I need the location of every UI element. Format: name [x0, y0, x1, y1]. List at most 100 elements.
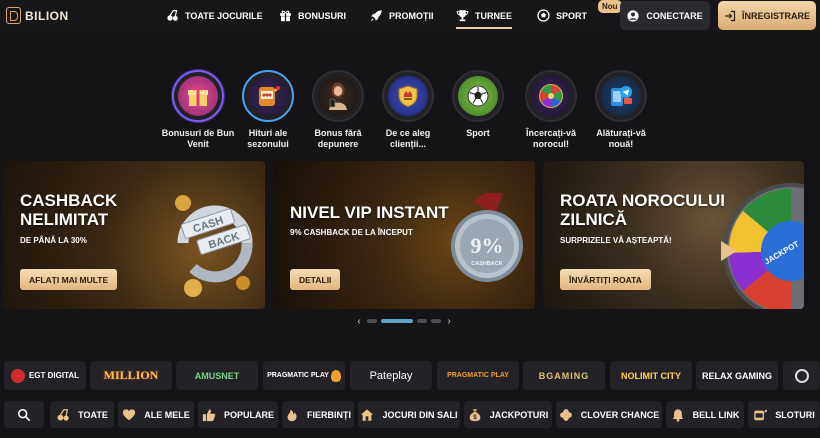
wheel-of-fortune-icon [531, 76, 571, 116]
promo-title: CASHBACK NELIMITAT [20, 191, 118, 229]
filter-label: BELL LINK [692, 409, 740, 420]
flame-icon [287, 409, 297, 421]
category-no-deposit[interactable]: Bonus fără depunere [301, 70, 375, 150]
category-label: Sport [466, 128, 490, 138]
filter-slots[interactable]: SLOTURI [748, 401, 820, 428]
provider-relax-gaming[interactable]: RELAX GAMING [696, 361, 778, 390]
rocket-icon [370, 10, 382, 22]
filter-label: POPULARE [223, 409, 274, 420]
filter-hot[interactable]: FIERBINȚI [282, 401, 354, 428]
vip-medal-icon: 9% CASHBACK [451, 193, 523, 282]
slot-machine-icon [248, 76, 288, 116]
carousel-pager: ‹ › [355, 316, 453, 327]
nav-sport[interactable]: SPORT [537, 0, 587, 31]
pager-dot[interactable] [367, 319, 377, 323]
search-filter-button[interactable] [4, 401, 44, 428]
logo[interactable]: BILION [6, 7, 69, 24]
nav-tournaments[interactable]: TURNEE [456, 0, 513, 31]
promo-card-wheel[interactable]: JACKPOT ROATA NOROCULUI ZILNICĂ SURPRIZE… [543, 161, 804, 309]
provider-label: AMUSNET [194, 370, 240, 381]
filter-label: JOCURI DIN SALI [382, 409, 458, 420]
provider-pateplay[interactable]: Pateplay [350, 361, 432, 390]
category-label: Bonusuri de Bun Venit [161, 128, 235, 149]
filter-bell-link[interactable]: BELL LINK [666, 401, 744, 428]
filter-my-games[interactable]: ALE MELE [118, 401, 194, 428]
provider-label: MILLION [103, 368, 159, 382]
promo-subtitle: DE PÂNĂ LA 30% [20, 236, 87, 245]
user-icon [627, 9, 639, 22]
pragmatic-logo-icon [330, 369, 341, 382]
category-label: Bonus fără depunere [314, 128, 362, 149]
category-try-luck[interactable]: Încercați-vă norocul! [514, 70, 588, 150]
logo-icon [6, 7, 21, 24]
provider-label: Pateplay [369, 369, 413, 382]
pager-dot[interactable] [417, 319, 427, 323]
egt-logo-icon [10, 368, 25, 383]
bell-icon [672, 408, 683, 422]
filter-all[interactable]: TOATE [50, 401, 114, 428]
provider-egt-digital[interactable]: EGT DIGITAL [4, 361, 86, 390]
next-arrow-icon[interactable]: › [445, 316, 453, 327]
svg-text:$: $ [473, 413, 477, 420]
pager-dot-active[interactable] [381, 319, 413, 323]
provider-pragmatic-live[interactable]: PRAGMATIC PLAY [437, 361, 519, 390]
cherries-icon [57, 408, 69, 421]
top-header: BILION TOATE JOCURILE BONUSURI PROMOȚII … [0, 0, 820, 31]
spin-wheel-button[interactable]: ÎNVÂRTIȚI ROATA [560, 269, 651, 290]
category-join-us[interactable]: Alăturați-vă nouă! [584, 70, 658, 150]
promo-subtitle: SURPRIZELE VĂ AȘTEAPTĂ! [560, 236, 672, 245]
promo-card-cashback[interactable]: CASH BACK CASHBACK NELIMITAT DE PÂNĂ LA … [3, 161, 265, 309]
filter-jackpots[interactable]: $ JACKPOTURI [464, 401, 552, 428]
heart-icon [123, 408, 136, 420]
filter-clover-chance[interactable]: CLOVER CHANCE [556, 401, 662, 428]
filter-casino-hall-games[interactable]: JOCURI DIN SALI [358, 401, 460, 428]
woman-with-phone-icon [318, 76, 358, 116]
provider-bgaming[interactable]: BGAMING [523, 361, 605, 390]
filter-popular[interactable]: POPULARE [198, 401, 278, 428]
nav-label: TOATE JOCURILE [185, 10, 263, 21]
provider-nolimit-city[interactable]: NOLIMIT CITY [610, 361, 692, 390]
category-why-clients-choose[interactable]: De ce aleg clienții... [371, 70, 445, 150]
nav-label: BONUSURI [298, 10, 347, 21]
provider-partial[interactable] [783, 361, 820, 390]
category-sport[interactable]: Sport [441, 70, 515, 139]
register-label: ÎNREGISTRARE [741, 10, 810, 21]
cherries-icon [167, 10, 178, 21]
provider-pragmatic-play[interactable]: PRAGMATIC PLAY [263, 361, 345, 390]
filter-label: SLOTURI [775, 409, 815, 420]
vip-art-text-1: 9% [471, 233, 504, 258]
cashback-art-icon: CASH BACK [175, 195, 253, 297]
nav-promotions[interactable]: PROMOȚII [370, 0, 434, 31]
promo-subtitle: 9% CASHBACK DE LA ÎNCEPUT [290, 228, 413, 237]
filter-label: FIERBINȚI [307, 409, 351, 420]
logo-text: BILION [25, 8, 69, 23]
provider-amusnet[interactable]: AMUSNET [176, 361, 258, 390]
learn-more-button[interactable]: AFLAȚI MAI MULTE [20, 269, 118, 290]
category-welcome-bonus[interactable]: Bonusuri de Bun Venit [161, 70, 235, 150]
login-button[interactable]: CONECTARE [620, 1, 710, 30]
provider-label: NOLIMIT CITY [621, 370, 681, 381]
nav-bonuses[interactable]: BONUSURI [279, 0, 346, 31]
provider-label: RELAX GAMING [701, 370, 772, 381]
category-label: Încercați-vă norocul! [525, 128, 577, 149]
telegram-phone-icon [601, 76, 641, 116]
pager-dot[interactable] [431, 319, 441, 323]
gift-icon [280, 10, 291, 22]
register-button[interactable]: ÎNREGISTRARE [718, 1, 816, 30]
vip-art-text-2: CASHBACK [471, 261, 503, 267]
thumbs-up-icon [202, 408, 216, 421]
details-button[interactable]: DETALII [290, 269, 341, 290]
prev-arrow-icon[interactable]: ‹ [355, 316, 363, 327]
category-label: De ce aleg clienții... [385, 128, 431, 149]
soccer-ball-icon [537, 9, 550, 22]
new-badge: Nou [598, 0, 622, 13]
promo-title: NIVEL VIP INSTANT [290, 203, 449, 222]
provider-label: EGT DIGITAL [28, 371, 80, 380]
promo-title: ROATA NOROCULUI ZILNICĂ [560, 191, 725, 229]
promo-card-vip[interactable]: 9% CASHBACK NIVEL VIP INSTANT 9% CASHBAC… [273, 161, 535, 309]
category-label: Alăturați-vă nouă! [596, 128, 646, 149]
nav-all-games[interactable]: TOATE JOCURILE [166, 0, 263, 31]
filter-label: ALE MELE [144, 409, 190, 420]
category-season-hits[interactable]: Hituri ale sezonului [231, 70, 305, 150]
provider-million[interactable]: MILLION [90, 361, 172, 390]
